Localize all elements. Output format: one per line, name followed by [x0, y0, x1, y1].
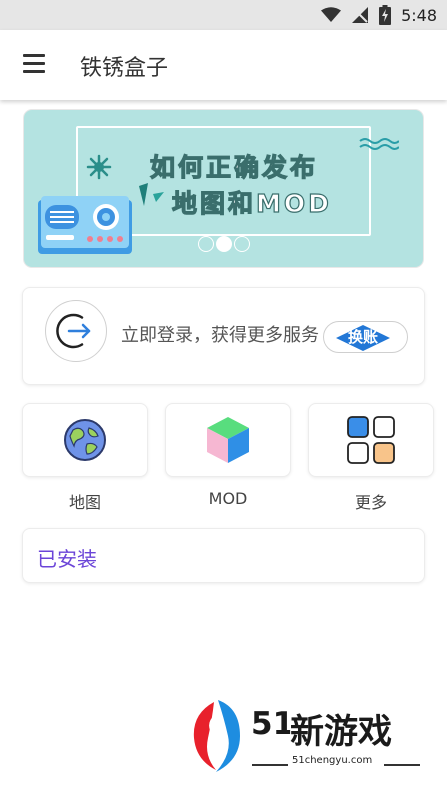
banner-title-line2: 地图和MOD — [171, 188, 332, 218]
installed-label: 已安装 — [37, 547, 97, 571]
wave-icon — [359, 138, 399, 150]
watermark-number: 51 — [251, 706, 295, 742]
watermark-chinese: 新游戏 — [289, 711, 393, 753]
switch-account-button[interactable]: 换账 — [323, 321, 408, 353]
login-prompt[interactable]: 立即登录，获得更多服务 — [121, 321, 319, 347]
watermark-url: 51chengyu.com — [292, 755, 373, 766]
status-bar: 5:48 — [0, 0, 447, 30]
installed-section[interactable]: 已安装 — [22, 528, 425, 583]
switch-account-label: 换账 — [347, 328, 378, 346]
map-tile[interactable] — [22, 403, 148, 477]
watermark-logo: 51 新游戏 51chengyu.com — [188, 698, 428, 776]
carousel-dot-2[interactable] — [216, 236, 232, 252]
mod-tile[interactable] — [165, 403, 291, 477]
app-bar: 铁锈盒子 — [0, 30, 447, 100]
carousel-dot-1[interactable] — [198, 236, 214, 252]
menu-icon[interactable] — [22, 54, 48, 76]
wifi-icon — [321, 7, 342, 22]
feature-grid: 地图 MOD 更多 — [22, 403, 434, 513]
status-time: 5:48 — [401, 5, 437, 25]
app-title: 铁锈盒子 — [80, 56, 169, 81]
accent-strokes-icon — [139, 183, 164, 206]
grid-item-more[interactable]: 更多 — [308, 403, 434, 513]
battery-charging-icon — [379, 5, 392, 25]
more-tile[interactable] — [308, 403, 434, 477]
carousel-indicators — [198, 236, 250, 252]
globe-icon — [64, 419, 106, 461]
sparkle-icon — [86, 154, 112, 180]
login-card[interactable]: 立即登录，获得更多服务 换账 — [22, 287, 425, 385]
watermark-line-right — [384, 764, 420, 766]
banner-carousel[interactable]: 如何正确发布 地图和MOD — [24, 110, 423, 267]
radio-illustration — [38, 196, 132, 254]
grid-label-mod: MOD — [208, 489, 248, 508]
apps-grid-icon — [347, 416, 395, 464]
signal-icon — [352, 7, 369, 23]
banner-title-line1: 如何正确发布 — [149, 152, 319, 182]
login-avatar[interactable] — [45, 300, 107, 362]
grid-label-map: 地图 — [68, 493, 101, 512]
cube-icon — [207, 417, 249, 463]
grid-item-mod[interactable]: MOD — [165, 403, 291, 508]
watermark-swirl-icon — [193, 700, 240, 772]
login-icon — [56, 313, 91, 349]
grid-label-more: 更多 — [354, 493, 387, 512]
status-icons: 5:48 — [321, 4, 437, 26]
carousel-dot-3[interactable] — [234, 236, 250, 252]
grid-item-map[interactable]: 地图 — [22, 403, 148, 513]
watermark-line-left — [252, 764, 288, 766]
